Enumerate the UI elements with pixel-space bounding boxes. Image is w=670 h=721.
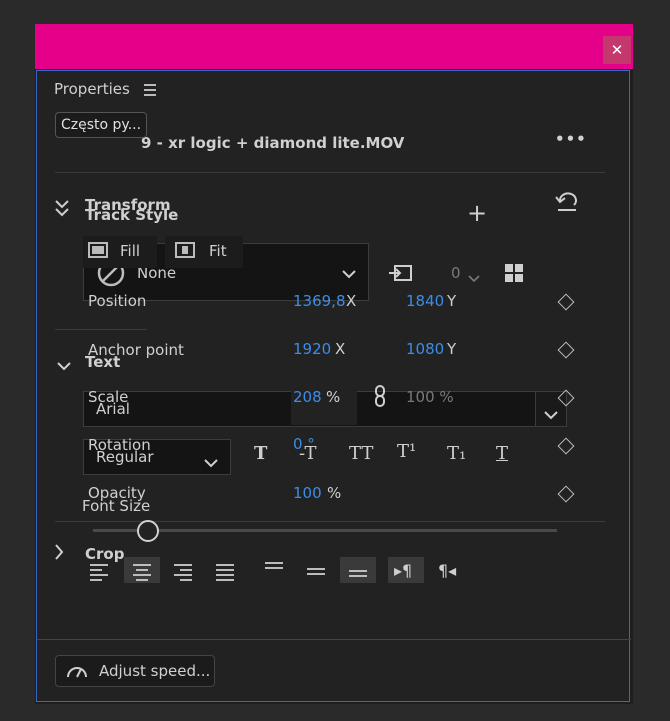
- anchor-x-value[interactable]: 1920: [293, 340, 331, 358]
- fill-icon: [88, 242, 108, 258]
- track-style-title: Track Style: [85, 206, 179, 224]
- superscript-icon[interactable]: T¹: [397, 441, 416, 462]
- add-icon[interactable]: +: [467, 199, 487, 227]
- fit-label: Fit: [209, 242, 227, 260]
- align-middle-icon[interactable]: [307, 565, 329, 587]
- stroke-value[interactable]: 0: [451, 264, 461, 282]
- fill-label: Fill: [120, 242, 141, 260]
- chevron-down-double-icon[interactable]: [54, 198, 70, 222]
- chevron-down-icon: [204, 453, 218, 472]
- scale-value-field[interactable]: 208 %: [291, 385, 357, 425]
- link-icon[interactable]: [373, 385, 387, 411]
- font-size-slider-handle[interactable]: [137, 520, 159, 542]
- keyframe-icon[interactable]: [557, 341, 575, 359]
- adjust-speed-button[interactable]: Adjust speed...: [55, 655, 215, 687]
- anchor-y-unit: Y: [447, 340, 457, 358]
- fit-icon: [175, 242, 195, 258]
- reset-icon[interactable]: [554, 191, 580, 217]
- properties-window: ✕ Properties 9 - xr logic + diamond lite…: [35, 24, 633, 704]
- panel-title: Properties: [54, 80, 130, 98]
- font-size-label: Font Size: [82, 497, 151, 515]
- scale-value: 208: [293, 388, 322, 406]
- align-right-icon[interactable]: [174, 561, 196, 583]
- left-to-right-icon: ▸¶: [394, 561, 413, 580]
- font-size-slider-track[interactable]: [93, 529, 557, 532]
- justify-icon[interactable]: [216, 561, 238, 583]
- more-options-button[interactable]: •••: [555, 130, 587, 148]
- anchor-x-unit: X: [335, 340, 346, 358]
- keyframe-icon[interactable]: [557, 293, 575, 311]
- scale-unit: %: [326, 388, 341, 406]
- fill-button[interactable]: Fill: [83, 236, 157, 268]
- title-bar[interactable]: ✕: [35, 24, 633, 69]
- position-label: Position: [88, 292, 147, 310]
- align-center-icon: [133, 561, 155, 583]
- keyframe-icon[interactable]: [557, 437, 575, 455]
- right-to-left-icon[interactable]: ¶◂: [438, 561, 456, 580]
- hamburger-icon[interactable]: [144, 84, 156, 96]
- scale-label: Scale: [88, 388, 129, 406]
- position-x-unit: X: [346, 292, 357, 310]
- chevron-down-icon: [342, 264, 356, 283]
- grid-icon[interactable]: [505, 264, 523, 282]
- position-x-value[interactable]: 1369,8: [293, 292, 346, 310]
- close-button[interactable]: ✕: [603, 36, 631, 64]
- adjust-speed-label: Adjust speed...: [99, 662, 211, 680]
- chevron-down-small-icon[interactable]: [468, 268, 480, 287]
- align-left-icon[interactable]: [90, 561, 112, 583]
- chevron-down-icon[interactable]: [57, 356, 71, 375]
- tooltip: Często py...: [55, 112, 148, 138]
- opacity-unit: %: [327, 484, 342, 502]
- align-top-icon[interactable]: [265, 559, 287, 581]
- chevron-right-icon[interactable]: [54, 544, 64, 564]
- faux-italic-icon[interactable]: -T: [299, 443, 316, 464]
- properties-panel: Properties 9 - xr logic + diamond lite.M…: [36, 70, 631, 702]
- underline-icon[interactable]: T: [496, 443, 508, 464]
- link-to-icon[interactable]: [387, 260, 415, 288]
- position-y-unit: Y: [447, 292, 457, 310]
- opacity-value[interactable]: 100: [293, 484, 322, 502]
- anchor-y-value[interactable]: 1080: [406, 340, 444, 358]
- faux-bold-icon[interactable]: T: [254, 443, 267, 464]
- text-section-title[interactable]: Text: [85, 353, 120, 371]
- align-bottom-icon: [349, 567, 371, 589]
- chevron-down-icon: [544, 405, 558, 424]
- subscript-icon[interactable]: T₁: [447, 443, 466, 464]
- fit-button[interactable]: Fit: [165, 236, 243, 268]
- all-caps-icon[interactable]: TT: [349, 443, 373, 464]
- speedometer-icon: [66, 663, 88, 683]
- scale-linked-value: 100 %: [406, 388, 454, 406]
- keyframe-icon[interactable]: [557, 485, 575, 503]
- clip-name: 9 - xr logic + diamond lite.MOV: [141, 134, 405, 152]
- position-y-value[interactable]: 1840: [406, 292, 444, 310]
- rotation-label: Rotation: [88, 436, 151, 454]
